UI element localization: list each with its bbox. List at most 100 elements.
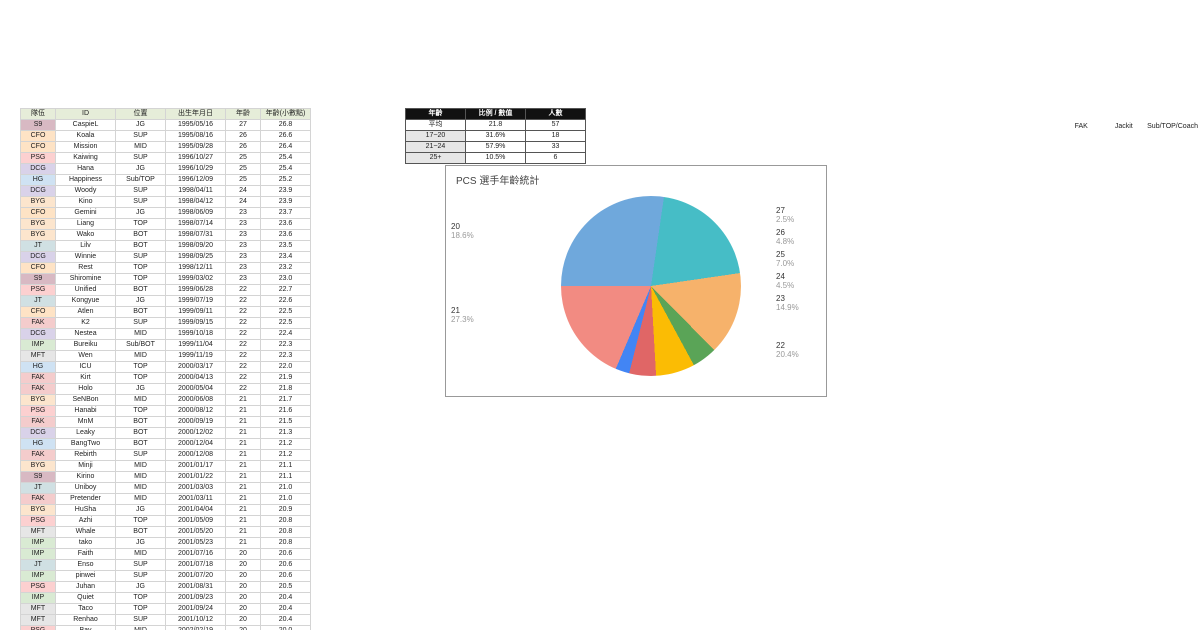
cell[interactable]: 24 [226,197,261,208]
cell[interactable]: 20 [226,615,261,626]
cell[interactable]: 20 [226,549,261,560]
cell[interactable]: 25.2 [261,175,311,186]
cell[interactable]: 21 [226,450,261,461]
cell[interactable]: 21.0 [261,483,311,494]
cell[interactable]: BangTwo [56,439,116,450]
cell[interactable]: JG [116,582,166,593]
cell[interactable]: Uniboy [56,483,116,494]
cell[interactable]: 22 [226,329,261,340]
cell[interactable]: 21 [226,428,261,439]
cell[interactable]: 1996/12/09 [166,175,226,186]
cell[interactable]: IMP [21,538,56,549]
cell[interactable]: 21.5 [261,417,311,428]
cell[interactable]: 20 [226,604,261,615]
col-header[interactable]: 隊伍 [21,109,56,120]
cell[interactable]: BYG [21,197,56,208]
cell[interactable]: 21 [226,395,261,406]
cell[interactable]: SUP [116,252,166,263]
cell[interactable]: 21 [226,494,261,505]
cell[interactable]: 22.7 [261,285,311,296]
table-row[interactable]: S9ShiromineTOP1999/03/022323.0 [21,274,311,285]
cell[interactable]: JT [21,560,56,571]
cell[interactable]: HG [21,175,56,186]
cell[interactable]: tako [56,538,116,549]
cell[interactable]: Shiromine [56,274,116,285]
cell[interactable]: PSG [21,582,56,593]
cell[interactable]: 2000/05/04 [166,384,226,395]
cell[interactable]: Enso [56,560,116,571]
cell[interactable]: JG [116,384,166,395]
cell[interactable]: 2001/09/23 [166,593,226,604]
cell[interactable]: JG [116,164,166,175]
table-row[interactable]: DCGWoodySUP1998/04/112423.9 [21,186,311,197]
cell[interactable]: K2 [56,318,116,329]
cell[interactable]: 21 [226,483,261,494]
cell[interactable]: 21 [226,439,261,450]
cell[interactable]: 2002/02/19 [166,626,226,630]
table-row[interactable]: MFTTacoTOP2001/09/242020.4 [21,604,311,615]
cell[interactable]: 21.0 [261,494,311,505]
cell[interactable]: S9 [21,472,56,483]
cell[interactable]: JT [21,241,56,252]
cell[interactable]: 22 [226,384,261,395]
table-row[interactable]: FAKRebirthSUP2000/12/082121.2 [21,450,311,461]
cell[interactable]: Kino [56,197,116,208]
cell[interactable]: 20.6 [261,560,311,571]
cell[interactable]: 2001/03/11 [166,494,226,505]
cell[interactable]: IMP [21,340,56,351]
cell[interactable]: 2001/07/18 [166,560,226,571]
table-row[interactable]: IMPBureikuSub/BOT1999/11/042222.3 [21,340,311,351]
cell[interactable]: CFO [21,131,56,142]
cell[interactable]: CaspieL [56,120,116,131]
cell[interactable]: 23.6 [261,219,311,230]
table-row[interactable]: CFOGeminiJG1998/06/092323.7 [21,208,311,219]
cell[interactable]: MID [116,142,166,153]
cell[interactable]: 2000/06/08 [166,395,226,406]
cell[interactable]: 2001/07/20 [166,571,226,582]
cell[interactable]: Mission [56,142,116,153]
cell[interactable]: MFT [21,615,56,626]
cell[interactable]: 22.6 [261,296,311,307]
table-row[interactable]: BYGWakoBOT1998/07/312323.6 [21,230,311,241]
table-row[interactable]: JTLilvBOT1998/09/202323.5 [21,241,311,252]
cell[interactable]: IMP [21,549,56,560]
table-row[interactable]: CFORestTOP1998/12/112323.2 [21,263,311,274]
cell[interactable]: 22.3 [261,351,311,362]
cell[interactable]: 2001/04/04 [166,505,226,516]
cell[interactable]: Whale [56,527,116,538]
cell[interactable]: TOP [116,593,166,604]
cell[interactable]: 22 [226,340,261,351]
cell[interactable]: 1998/04/12 [166,197,226,208]
cell[interactable]: 平均 [406,120,466,131]
cell[interactable]: MID [116,494,166,505]
cell[interactable]: TOP [116,516,166,527]
cell[interactable]: MID [116,483,166,494]
table-row[interactable]: IMPpinweiSUP2001/07/202020.6 [21,571,311,582]
col-header[interactable]: 人數 [526,109,586,120]
cell[interactable]: Hana [56,164,116,175]
cell[interactable]: JG [116,505,166,516]
cell[interactable]: Winnie [56,252,116,263]
cell[interactable]: FAK [21,384,56,395]
table-row[interactable]: IMPFaithMID2001/07/162020.6 [21,549,311,560]
cell[interactable]: 1999/03/02 [166,274,226,285]
cell[interactable]: Lilv [56,241,116,252]
cell[interactable]: IMP [21,593,56,604]
cell[interactable]: 57 [526,120,586,131]
cell[interactable]: 1999/09/15 [166,318,226,329]
cell[interactable]: 20.8 [261,527,311,538]
cell[interactable]: 22 [226,362,261,373]
table-row[interactable]: PSGBayMID2002/02/192020.0 [21,626,311,630]
cell[interactable]: BOT [116,527,166,538]
cell[interactable]: MFT [21,604,56,615]
cell[interactable]: 22.4 [261,329,311,340]
cell[interactable]: MID [116,329,166,340]
cell[interactable]: 1999/06/28 [166,285,226,296]
cell[interactable]: 20.6 [261,571,311,582]
cell[interactable]: TOP [116,274,166,285]
cell[interactable]: 23.9 [261,186,311,197]
cell[interactable]: Sub/TOP [116,175,166,186]
cell[interactable]: 1998/12/11 [166,263,226,274]
cell[interactable]: 57.9% [466,142,526,153]
cell[interactable]: PSG [21,626,56,630]
